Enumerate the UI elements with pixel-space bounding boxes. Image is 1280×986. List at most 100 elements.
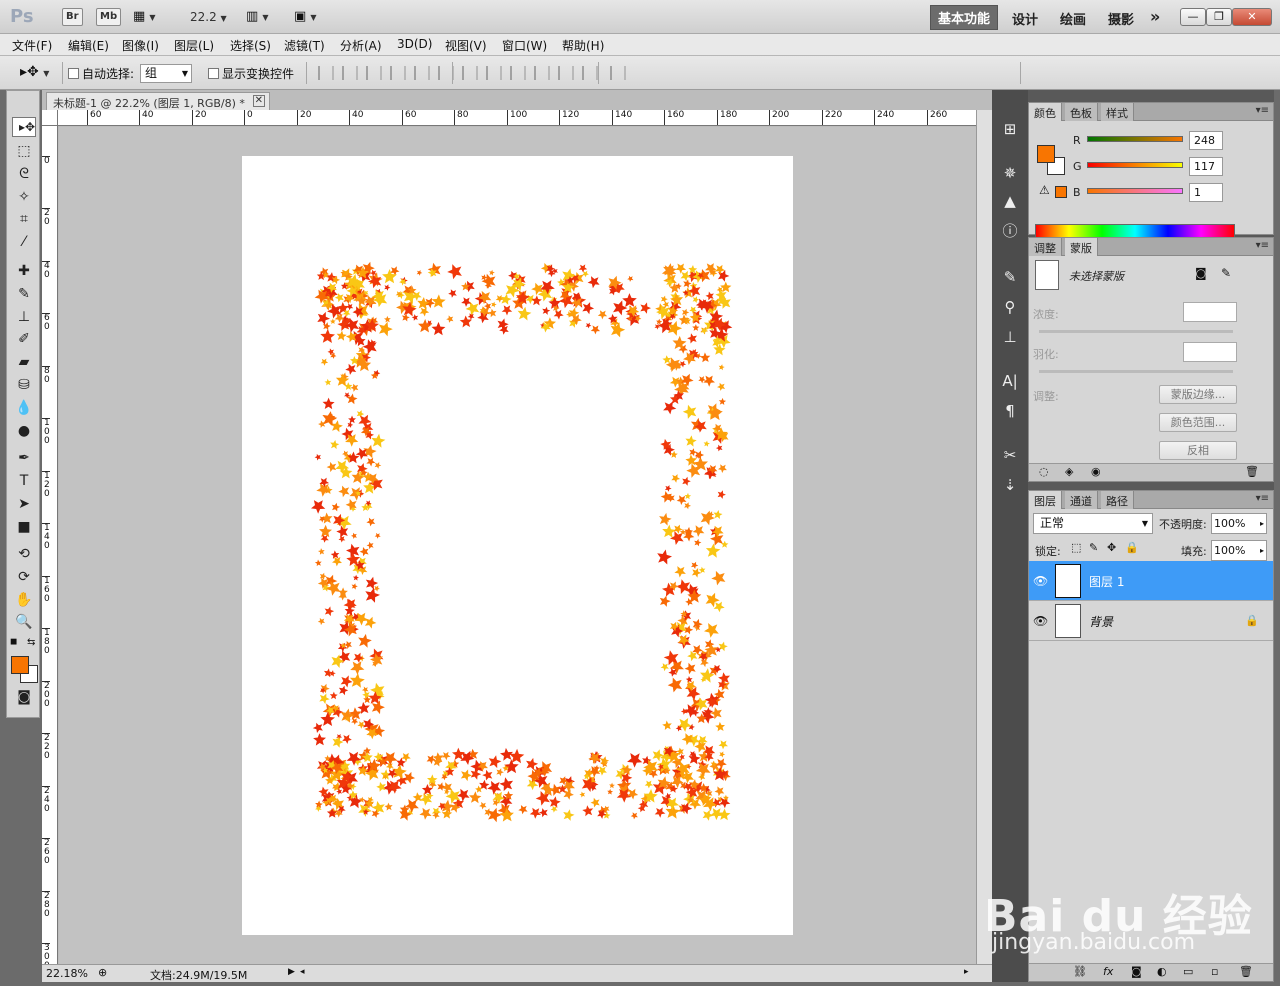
panel-menu-icon[interactable]: ▾≡ — [1256, 105, 1269, 116]
type-tool-icon[interactable]: T — [12, 471, 36, 491]
density-slider[interactable] — [1039, 330, 1233, 333]
tool-presets-panel-icon[interactable]: ⊥ — [998, 326, 1022, 348]
paint-bucket-tool-icon[interactable]: ⛁ — [12, 375, 36, 395]
view-extras-icon[interactable]: ▦ ▼ — [133, 9, 156, 24]
distribute-bottom-icon[interactable] — [510, 66, 526, 80]
paragraph-panel-icon[interactable]: ¶ — [998, 400, 1022, 422]
histogram-panel-icon[interactable]: ▲ — [998, 190, 1022, 212]
menu-filter[interactable]: 滤镜(T) — [284, 37, 325, 54]
tab-adjustments[interactable]: 调整 — [1029, 238, 1062, 256]
history-brush-tool-icon[interactable]: ✐ — [12, 329, 36, 349]
tab-color[interactable]: 颜色 — [1029, 103, 1062, 121]
scroll-left-icon[interactable]: ◂ — [300, 967, 305, 977]
rectangle-tool-icon[interactable]: ■ — [12, 517, 36, 537]
brush-panel-icon[interactable]: ✎ — [998, 266, 1022, 288]
panel-menu-icon[interactable]: ▾≡ — [1256, 240, 1269, 251]
out-of-gamut-warning-icon[interactable]: ⚠ — [1039, 183, 1050, 197]
3d-orbit-tool-icon[interactable]: ⟳ — [12, 567, 36, 587]
minimize-icon[interactable]: — — [1180, 8, 1206, 26]
eraser-tool-icon[interactable]: ▰ — [12, 352, 36, 372]
add-mask-icon[interactable]: ◙ — [1131, 965, 1142, 978]
red-slider[interactable] — [1087, 136, 1183, 142]
tab-styles[interactable]: 样式 — [1101, 103, 1134, 121]
quick-mask-icon[interactable]: ◙ — [12, 687, 36, 707]
ruler-origin[interactable] — [42, 110, 58, 126]
more-workspaces-icon[interactable]: » — [1150, 7, 1160, 26]
crop-tool-icon[interactable]: ⌗ — [12, 209, 36, 229]
disable-mask-icon[interactable]: ◉ — [1091, 465, 1101, 478]
menu-help[interactable]: 帮助(H) — [562, 37, 604, 54]
menu-image[interactable]: 图像(I) — [122, 37, 159, 54]
color-range-button[interactable]: 颜色范围... — [1159, 413, 1237, 432]
menu-view[interactable]: 视图(V) — [445, 37, 487, 54]
lasso-tool-icon[interactable]: ᘓ — [12, 164, 36, 184]
character-panel-icon[interactable]: A| — [998, 370, 1022, 392]
add-pixel-mask-icon[interactable]: ◙ — [1195, 266, 1207, 280]
horizontal-ruler[interactable]: 60 40 20 0 20 40 60 80 100 120 140 160 1… — [58, 110, 976, 126]
close-document-icon[interactable]: ✕ — [252, 95, 265, 107]
zoom-tool-icon[interactable]: 🔍 — [12, 612, 36, 632]
layer-name[interactable]: 背景 — [1089, 613, 1113, 630]
status-zoom[interactable]: 22.18% — [46, 967, 88, 980]
lock-position-icon[interactable]: ✥ — [1107, 541, 1116, 554]
default-colors-icon[interactable]: ◼ — [10, 637, 17, 647]
move-tool-icon[interactable]: ▸✥ — [12, 117, 36, 137]
align-left-icon[interactable] — [390, 66, 406, 80]
auto-align-icon[interactable] — [610, 66, 626, 80]
clone-source-panel-icon[interactable]: ⚲ — [998, 296, 1022, 318]
green-value[interactable]: 117 — [1189, 157, 1223, 176]
scroll-right-icon[interactable]: ▸ — [964, 967, 969, 977]
status-info-icon[interactable]: ⊕ — [98, 966, 107, 979]
document-tab[interactable]: 未标题-1 @ 22.2% (图层 1, RGB/8) * ✕ — [46, 92, 270, 110]
tab-channels[interactable]: 通道 — [1065, 491, 1098, 509]
distribute-right-icon[interactable] — [582, 66, 598, 80]
lock-pixels-icon[interactable]: ✎ — [1089, 541, 1098, 554]
zoom-level[interactable]: 22.2 ▼ — [190, 10, 227, 24]
distribute-vcenter-icon[interactable] — [486, 66, 502, 80]
dodge-tool-icon[interactable]: ● — [12, 421, 36, 441]
red-value[interactable]: 248 — [1189, 131, 1223, 150]
menu-file[interactable]: 文件(F) — [12, 37, 52, 54]
screen-mode-icon[interactable]: ▣ ▼ — [294, 9, 317, 24]
layer-name[interactable]: 图层 1 — [1089, 573, 1124, 590]
align-vcenter-icon[interactable] — [342, 66, 358, 80]
show-transform-checkbox[interactable]: 显示变换控件 — [208, 65, 294, 82]
move-tool-preset-icon[interactable]: ▸✥ ▼ — [20, 64, 49, 80]
lock-transparent-icon[interactable]: ⬚ — [1071, 541, 1081, 554]
blend-mode-select[interactable]: 正常 ▼ — [1033, 513, 1153, 534]
close-icon[interactable]: ✕ — [1232, 8, 1272, 26]
feather-slider[interactable] — [1039, 370, 1233, 373]
apply-mask-icon[interactable]: ◈ — [1065, 465, 1073, 478]
layer-style-icon[interactable]: fx — [1103, 965, 1113, 978]
feather-field[interactable] — [1183, 342, 1237, 362]
fill-field[interactable]: 100% ▸ — [1211, 540, 1267, 561]
mask-edge-button[interactable]: 蒙版边缘... — [1159, 385, 1237, 404]
invert-button[interactable]: 反相 — [1159, 441, 1237, 460]
adjustment-layer-icon[interactable]: ◐ — [1157, 965, 1167, 978]
path-selection-tool-icon[interactable]: ➤ — [12, 494, 36, 514]
align-top-icon[interactable] — [318, 66, 334, 80]
lock-all-icon[interactable]: 🔒 — [1125, 541, 1139, 554]
workspace-photography[interactable]: 摄影 — [1108, 9, 1134, 28]
clone-stamp-tool-icon[interactable]: ⊥ — [12, 307, 36, 327]
density-field[interactable] — [1183, 302, 1237, 322]
opacity-field[interactable]: 100% ▸ — [1211, 513, 1267, 534]
visibility-eye-icon[interactable]: 👁 — [1033, 614, 1048, 628]
workspace-design[interactable]: 设计 — [1012, 9, 1038, 28]
auto-select-checkbox[interactable]: 自动选择: — [68, 65, 134, 82]
new-group-icon[interactable]: ▭ — [1183, 965, 1193, 978]
layer-row[interactable]: 👁 图层 1 — [1029, 561, 1273, 601]
restore-icon[interactable]: ❐ — [1206, 8, 1232, 26]
new-layer-icon[interactable]: ▫ — [1211, 965, 1218, 978]
align-bottom-icon[interactable] — [366, 66, 382, 80]
delete-layer-icon[interactable]: 🗑 — [1239, 965, 1253, 978]
tab-layers[interactable]: 图层 — [1029, 491, 1062, 509]
tab-swatches[interactable]: 色板 — [1065, 103, 1098, 121]
3d-rotate-tool-icon[interactable]: ⟲ — [12, 544, 36, 564]
load-selection-icon[interactable]: ◌ — [1039, 465, 1049, 478]
link-layers-icon[interactable]: ⛓ — [1073, 965, 1087, 978]
blue-value[interactable]: 1 — [1189, 183, 1223, 202]
tab-paths[interactable]: 路径 — [1101, 491, 1134, 509]
navigator-panel-icon[interactable]: ✵ — [998, 162, 1022, 184]
layer-row[interactable]: 👁 背景 🔒 — [1029, 601, 1273, 641]
